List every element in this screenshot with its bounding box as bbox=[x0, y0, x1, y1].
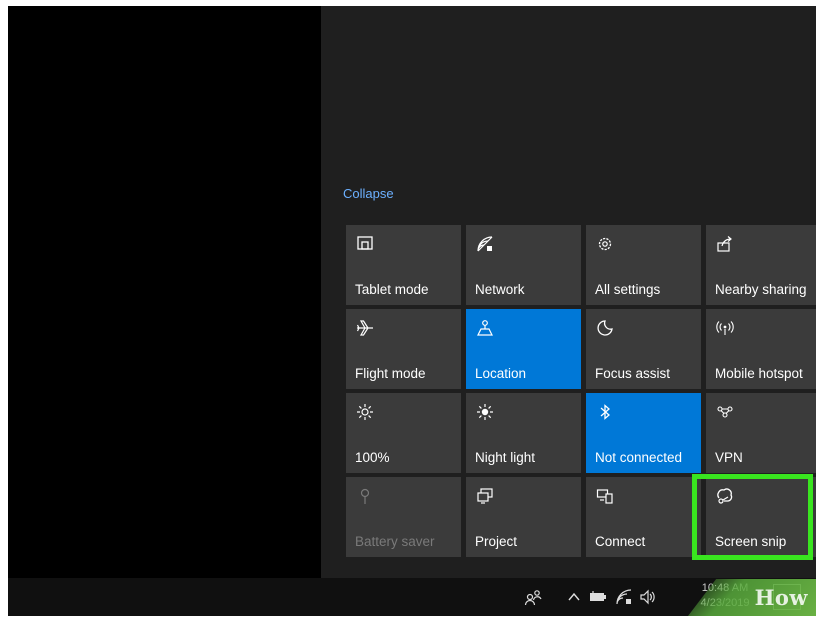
tile-connect[interactable]: Connect bbox=[586, 477, 701, 557]
tile-label: Connect bbox=[595, 534, 646, 549]
tile-bluetooth[interactable]: Not connected bbox=[586, 393, 701, 473]
tile-tablet-mode[interactable]: Tablet mode bbox=[346, 225, 461, 305]
share-icon bbox=[715, 234, 735, 254]
tile-nearby-sharing[interactable]: Nearby sharing bbox=[706, 225, 816, 305]
tile-location[interactable]: Location bbox=[466, 309, 581, 389]
hotspot-icon bbox=[715, 318, 735, 338]
screen-snip-icon bbox=[715, 486, 735, 506]
bluetooth-icon bbox=[595, 402, 615, 422]
tile-focus-assist[interactable]: Focus assist bbox=[586, 309, 701, 389]
night-light-icon bbox=[475, 402, 495, 422]
moon-icon bbox=[595, 318, 615, 338]
tile-label: Not connected bbox=[595, 450, 683, 465]
tile-label: Location bbox=[475, 366, 527, 381]
tile-label: Tablet mode bbox=[355, 282, 429, 297]
tile-night-light[interactable]: Night light bbox=[466, 393, 581, 473]
tile-label: Project bbox=[475, 534, 518, 549]
action-center-panel: Collapse Tablet mode Network All setting… bbox=[321, 6, 816, 578]
tile-project[interactable]: Project bbox=[466, 477, 581, 557]
gear-icon bbox=[595, 234, 615, 254]
tile-flight-mode[interactable]: Flight mode bbox=[346, 309, 461, 389]
tile-label: 100% bbox=[355, 450, 390, 465]
battery-icon[interactable] bbox=[588, 587, 608, 607]
project-icon bbox=[475, 486, 495, 506]
watermark-text: How bbox=[754, 585, 808, 610]
network-tray-icon[interactable] bbox=[614, 587, 634, 607]
desktop-screen: Collapse Tablet mode Network All setting… bbox=[8, 6, 816, 616]
vpn-icon bbox=[715, 402, 735, 422]
tile-label: VPN bbox=[715, 450, 743, 465]
tile-screen-snip[interactable]: Screen snip bbox=[706, 477, 816, 557]
tile-label: Network bbox=[475, 282, 525, 297]
connect-icon bbox=[595, 486, 615, 506]
tile-label: Focus assist bbox=[595, 366, 671, 381]
tile-vpn[interactable]: VPN bbox=[706, 393, 816, 473]
battery-saver-icon bbox=[355, 486, 375, 506]
tile-label: Screen snip bbox=[715, 534, 787, 549]
airplane-icon bbox=[355, 318, 375, 338]
tile-label: Night light bbox=[475, 450, 536, 465]
tile-brightness[interactable]: 100% bbox=[346, 393, 461, 473]
tile-label: Mobile hotspot bbox=[715, 366, 803, 381]
tile-label: Flight mode bbox=[355, 366, 426, 381]
tile-network[interactable]: Network bbox=[466, 225, 581, 305]
tablet-mode-icon bbox=[355, 234, 375, 254]
tile-mobile-hotspot[interactable]: Mobile hotspot bbox=[706, 309, 816, 389]
network-icon bbox=[475, 234, 495, 254]
tile-all-settings[interactable]: All settings bbox=[586, 225, 701, 305]
tile-battery-saver[interactable]: Battery saver bbox=[346, 477, 461, 557]
location-icon bbox=[475, 318, 495, 338]
tile-label: Battery saver bbox=[355, 534, 435, 549]
volume-icon[interactable] bbox=[638, 587, 658, 607]
people-icon[interactable] bbox=[524, 587, 544, 607]
collapse-link[interactable]: Collapse bbox=[343, 186, 394, 201]
tile-label: All settings bbox=[595, 282, 661, 297]
tile-label: Nearby sharing bbox=[715, 282, 807, 297]
chevron-up-icon[interactable] bbox=[564, 587, 584, 607]
brightness-icon bbox=[355, 402, 375, 422]
